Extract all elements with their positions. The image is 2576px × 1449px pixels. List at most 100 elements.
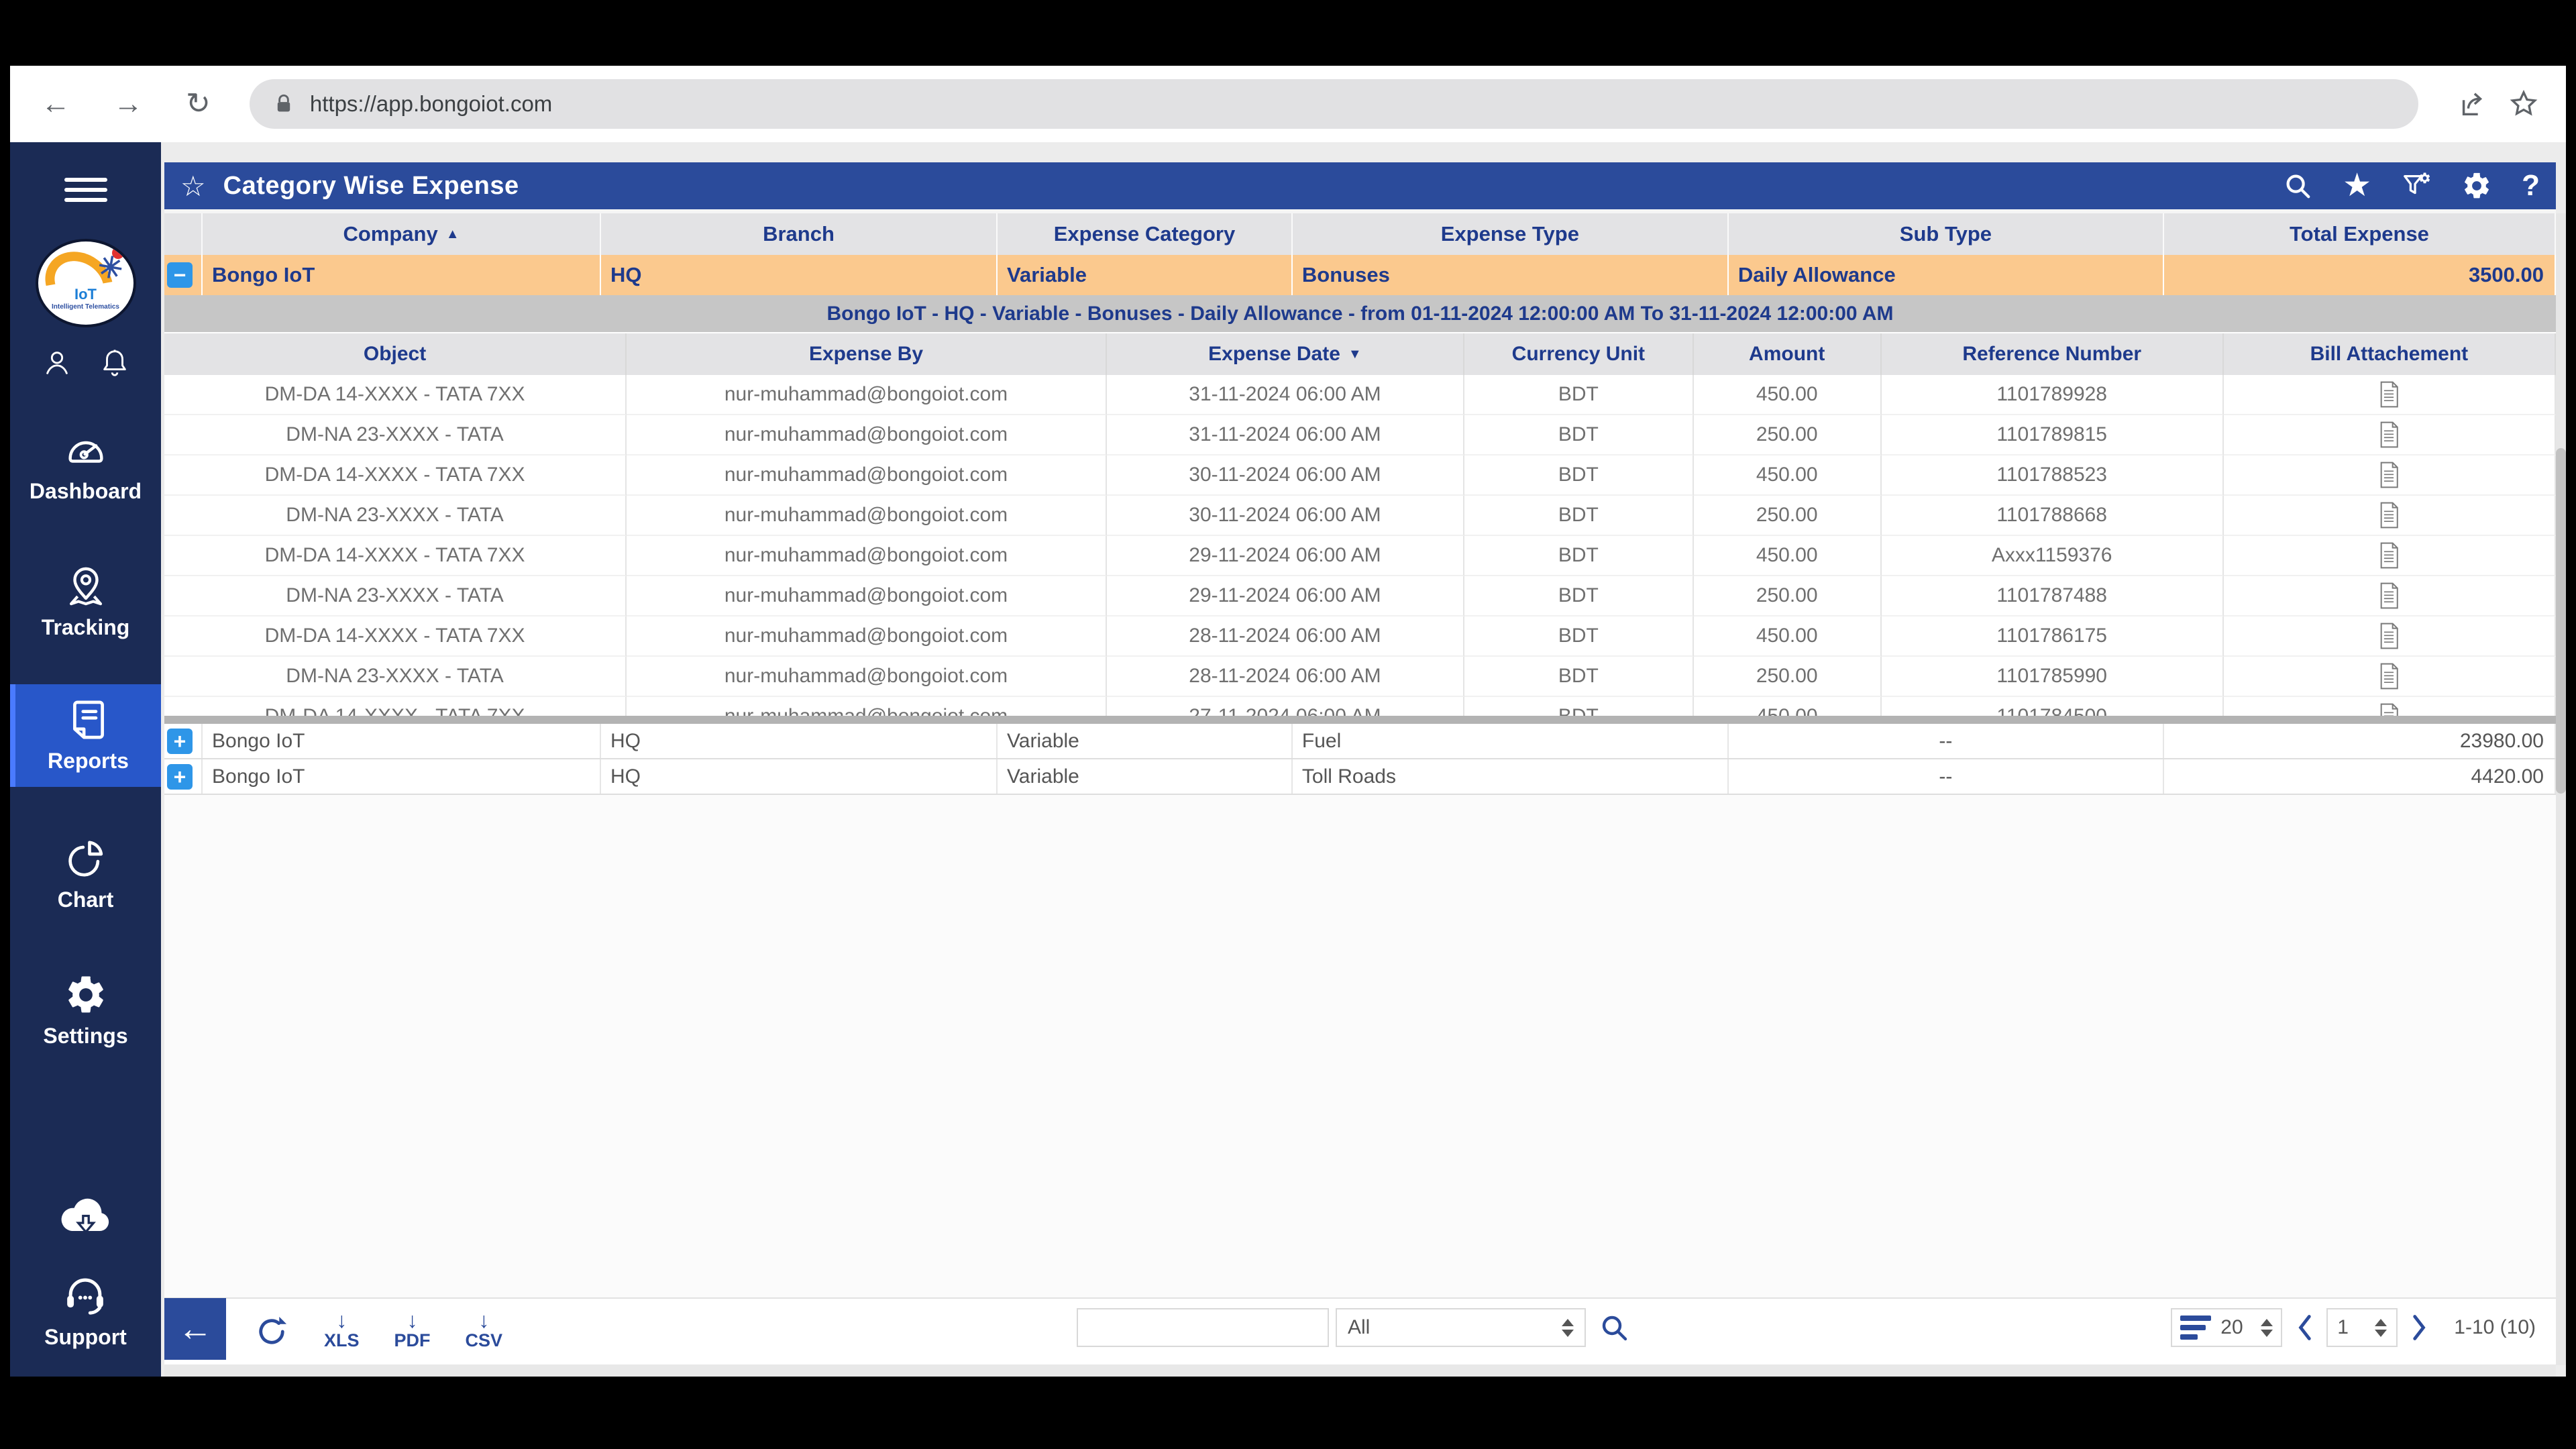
address-bar[interactable]: https://app.bongoiot.com [249,79,2418,129]
column-header-total-expense[interactable]: Total Expense [2164,213,2556,255]
sidebar-item-download[interactable] [57,1193,115,1240]
browser-bar: ← → ↻ https://app.bongoiot.com [10,66,2566,142]
url-text[interactable]: https://app.bongoiot.com [310,91,2221,117]
export-xls-button[interactable]: ↓ XLS [324,1309,360,1352]
column-header-object[interactable]: Object [164,333,627,375]
favorite-star-icon[interactable]: ☆ [180,170,206,203]
cell-object: DM-NA 23-XXXX - TATA [164,657,627,697]
browser-forward-button[interactable]: → [109,89,147,119]
bill-document-icon[interactable] [2377,421,2400,448]
cell-expense-type: Toll Roads [1293,759,1729,794]
detail-table-row: DM-DA 14-XXXX - TATA 7XX nur-muhammad@bo… [164,536,2556,576]
cell-bill-attachement [2223,415,2556,455]
column-header-amount[interactable]: Amount [1694,333,1882,375]
select-spinner-icon [2261,1318,2273,1337]
detail-table-header: Object Expense By Expense Date ▼ Currency… [164,332,2556,375]
detail-table-row: DM-DA 14-XXXX - TATA 7XX nur-muhammad@bo… [164,697,2556,716]
sidebar-item-settings[interactable]: Settings [10,962,161,1059]
sidebar-item-reports[interactable]: Reports [10,684,161,787]
cell-currency-unit: BDT [1464,536,1694,576]
column-header-currency-unit[interactable]: Currency Unit [1464,333,1694,375]
cell-expense-type: Bonuses [1293,255,1729,295]
bill-document-icon[interactable] [2377,502,2400,529]
select-spinner-icon [2375,1318,2387,1337]
sidebar-item-tracking[interactable]: Tracking [10,553,161,651]
logo-figure: ✳ [95,250,125,286]
bill-document-icon[interactable] [2377,542,2400,569]
column-header-expense-date[interactable]: Expense Date ▼ [1107,333,1464,375]
column-header-expense-category[interactable]: Expense Category [998,213,1293,255]
favorites-icon[interactable]: ★ [2343,170,2371,202]
bill-document-icon[interactable] [2377,462,2400,488]
cell-object: DM-DA 14-XXXX - TATA 7XX [164,616,627,657]
column-header-bill-attachement[interactable]: Bill Attachement [2224,333,2556,375]
scrollbar-thumb[interactable] [2556,448,2566,794]
column-header-expense-type[interactable]: Expense Type [1293,213,1729,255]
column-header-reference-number[interactable]: Reference Number [1882,333,2224,375]
bill-document-icon[interactable] [2377,663,2400,690]
sidebar-item-chart[interactable]: Chart [10,826,161,923]
help-icon[interactable]: ? [2522,169,2540,203]
cell-total-expense: 4420.00 [2164,759,2556,794]
sort-desc-icon: ▼ [1348,346,1362,362]
cell-currency-unit: BDT [1464,375,1694,415]
column-header-branch[interactable]: Branch [601,213,998,255]
filter-settings-icon[interactable] [2401,170,2432,201]
collapse-button[interactable]: − [167,262,193,288]
cell-total-expense: 3500.00 [2164,255,2556,295]
cell-company: Bongo IoT [203,759,601,794]
collapsed-group-row: + Bongo IoT HQ Variable Toll Roads -- 44… [164,759,2556,795]
notifications-bell-icon[interactable] [99,347,130,378]
back-button[interactable]: ← [164,1298,226,1360]
cell-expense-date: 30-11-2024 06:00 AM [1106,455,1464,496]
export-csv-button[interactable]: ↓ CSV [466,1309,503,1352]
share-icon[interactable] [2457,89,2488,119]
expand-button[interactable]: + [167,763,193,790]
page-size-select[interactable]: 20 [2171,1308,2283,1347]
search-go-icon[interactable] [1598,1311,1630,1344]
cell-amount: 450.00 [1694,697,1882,716]
column-header-company[interactable]: Company ▲ [203,213,601,255]
page-title: Category Wise Expense [223,171,519,200]
cell-branch: HQ [601,724,998,758]
bottom-toolbar: ← ↓ XLS ↓ PDF ↓ CSV All 20 1 1-10 (10) [164,1297,2556,1364]
user-icon[interactable] [42,347,72,378]
cell-currency-unit: BDT [1464,496,1694,536]
hamburger-menu-icon[interactable] [64,172,107,208]
next-page-icon[interactable] [2408,1313,2431,1342]
search-input[interactable] [1077,1308,1329,1347]
refresh-icon[interactable] [254,1314,289,1349]
cell-currency-unit: BDT [1464,455,1694,496]
column-header-expense-by[interactable]: Expense By [627,333,1107,375]
bill-document-icon[interactable] [2377,623,2400,649]
bill-document-icon[interactable] [2377,381,2400,408]
sidebar-item-support[interactable]: Support [44,1271,127,1350]
cell-bill-attachement [2223,576,2556,616]
chart-pie-icon [68,841,103,877]
cell-object: DM-DA 14-XXXX - TATA 7XX [164,455,627,496]
cell-expense-date: 28-11-2024 06:00 AM [1106,657,1464,697]
gear-icon[interactable] [2461,170,2492,201]
browser-reload-button[interactable]: ↻ [182,89,215,119]
page-number-input[interactable]: 1 [2326,1308,2398,1347]
sidebar-item-dashboard[interactable]: Dashboard [10,417,161,515]
cell-reference-number: 1101788523 [1881,455,2224,496]
cell-bill-attachement [2223,455,2556,496]
export-pdf-button[interactable]: ↓ PDF [394,1309,431,1352]
detail-table-body: DM-DA 14-XXXX - TATA 7XX nur-muhammad@bo… [164,375,2556,716]
cell-bill-attachement [2223,496,2556,536]
bookmark-star-icon[interactable] [2508,89,2539,119]
bill-document-icon[interactable] [2377,582,2400,609]
column-header-sub-type[interactable]: Sub Type [1729,213,2164,255]
search-field-select[interactable]: All [1336,1308,1586,1347]
cell-currency-unit: BDT [1464,616,1694,657]
sidebar-label-tracking: Tracking [41,615,130,639]
prev-page-icon[interactable] [2293,1313,2316,1342]
expand-button[interactable]: + [167,728,193,754]
cell-branch: HQ [601,255,998,295]
browser-back-button[interactable]: ← [37,89,74,119]
cell-expense-date: 31-11-2024 06:00 AM [1106,415,1464,455]
bill-document-icon[interactable] [2377,703,2400,716]
sidebar-label-support: Support [44,1325,127,1349]
search-icon[interactable] [2282,170,2313,201]
